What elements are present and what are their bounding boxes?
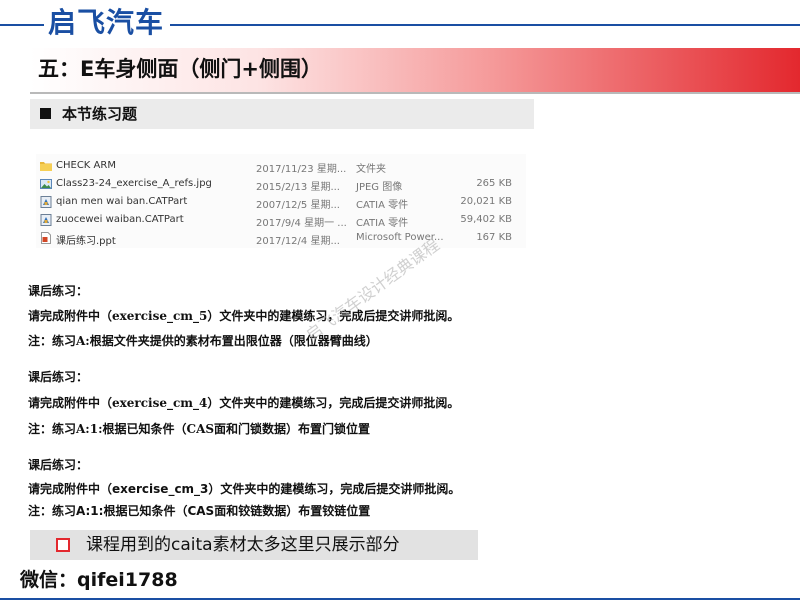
file-size: 20,021 KB bbox=[460, 196, 512, 207]
file-name: qian men wai ban.CATPart bbox=[56, 196, 188, 207]
file-name: 课后练习.ppt bbox=[56, 236, 116, 247]
file-size: 59,402 KB bbox=[460, 214, 512, 225]
exercise-heading: 课后练习： bbox=[28, 284, 89, 298]
notice-text: 课程用到的caita素材太多这里只展示部分 bbox=[86, 535, 400, 555]
folder-icon bbox=[40, 162, 52, 171]
header-rule-left bbox=[0, 24, 44, 26]
exercise-note: 注：练习A:1:根据已知条件（CAS面和门锁数据）布置门锁位置 bbox=[28, 422, 371, 436]
exercise-instruction: 请完成附件中（exercise_cm_3）文件夹中的建模练习，完成后提交讲师批阅… bbox=[28, 482, 461, 496]
file-date: 2015/2/13 星期... bbox=[256, 182, 340, 193]
file-date: 2017/11/23 星期... bbox=[256, 164, 347, 175]
file-type: CATIA 零件 bbox=[356, 218, 409, 229]
hollow-square-bullet-icon bbox=[56, 538, 70, 552]
ppt-file-icon bbox=[41, 232, 51, 244]
file-type: JPEG 图像 bbox=[356, 182, 403, 193]
file-size: 167 KB bbox=[476, 232, 512, 243]
sub-header-label: 本节练习题 bbox=[62, 105, 138, 123]
file-name: zuocewei waiban.CATPart bbox=[56, 214, 184, 225]
file-list: CHECK ARM 2017/11/23 星期... 文件夹 Class23-2… bbox=[36, 154, 526, 248]
file-size: 265 KB bbox=[476, 178, 512, 189]
section-title: 五：E车身侧面（侧门+侧围） bbox=[38, 57, 322, 81]
file-type: 文件夹 bbox=[356, 164, 386, 175]
exercise-heading: 课后练习： bbox=[28, 370, 89, 384]
image-file-icon bbox=[40, 179, 52, 189]
exercise-instruction: 请完成附件中（exercise_cm_5）文件夹中的建模练习，完成后提交讲师批阅… bbox=[28, 309, 460, 323]
square-bullet-icon bbox=[40, 108, 51, 119]
file-row[interactable]: qian men wai ban.CATPart 2007/12/5 星期...… bbox=[36, 193, 526, 211]
catia-file-icon bbox=[40, 196, 52, 208]
file-name: Class23-24_exercise_A_refs.jpg bbox=[56, 178, 212, 189]
watermark-text: 启飞汽车设计经典课程 bbox=[302, 235, 443, 345]
file-date: 2017/9/4 星期一 ... bbox=[256, 218, 347, 229]
sub-header: 本节练习题 bbox=[30, 99, 534, 129]
brand-logo: 启飞汽车 bbox=[48, 6, 165, 39]
exercise-note: 注：练习A:1:根据已知条件（CAS面和铰链数据）布置铰链位置 bbox=[28, 504, 371, 518]
file-row[interactable]: 课后练习.ppt 2017/12/4 星期... Microsoft Power… bbox=[36, 229, 526, 247]
file-date: 2007/12/5 星期... bbox=[256, 200, 340, 211]
file-row[interactable]: Class23-24_exercise_A_refs.jpg 2015/2/13… bbox=[36, 175, 526, 193]
file-row[interactable]: CHECK ARM 2017/11/23 星期... 文件夹 bbox=[36, 157, 526, 175]
file-type: CATIA 零件 bbox=[356, 200, 409, 211]
exercise-instruction: 请完成附件中（exercise_cm_4）文件夹中的建模练习，完成后提交讲师批阅… bbox=[28, 396, 460, 410]
header-rule-right bbox=[170, 24, 800, 26]
file-date: 2017/12/4 星期... bbox=[256, 236, 340, 247]
file-row[interactable]: zuocewei waiban.CATPart 2017/9/4 星期一 ...… bbox=[36, 211, 526, 229]
file-name: CHECK ARM bbox=[56, 160, 116, 171]
notice-bar: 课程用到的caita素材太多这里只展示部分 bbox=[30, 530, 478, 560]
wechat-contact: 微信：qifei1788 bbox=[20, 569, 178, 591]
exercise-heading: 课后练习： bbox=[28, 458, 89, 472]
catia-file-icon bbox=[40, 214, 52, 226]
